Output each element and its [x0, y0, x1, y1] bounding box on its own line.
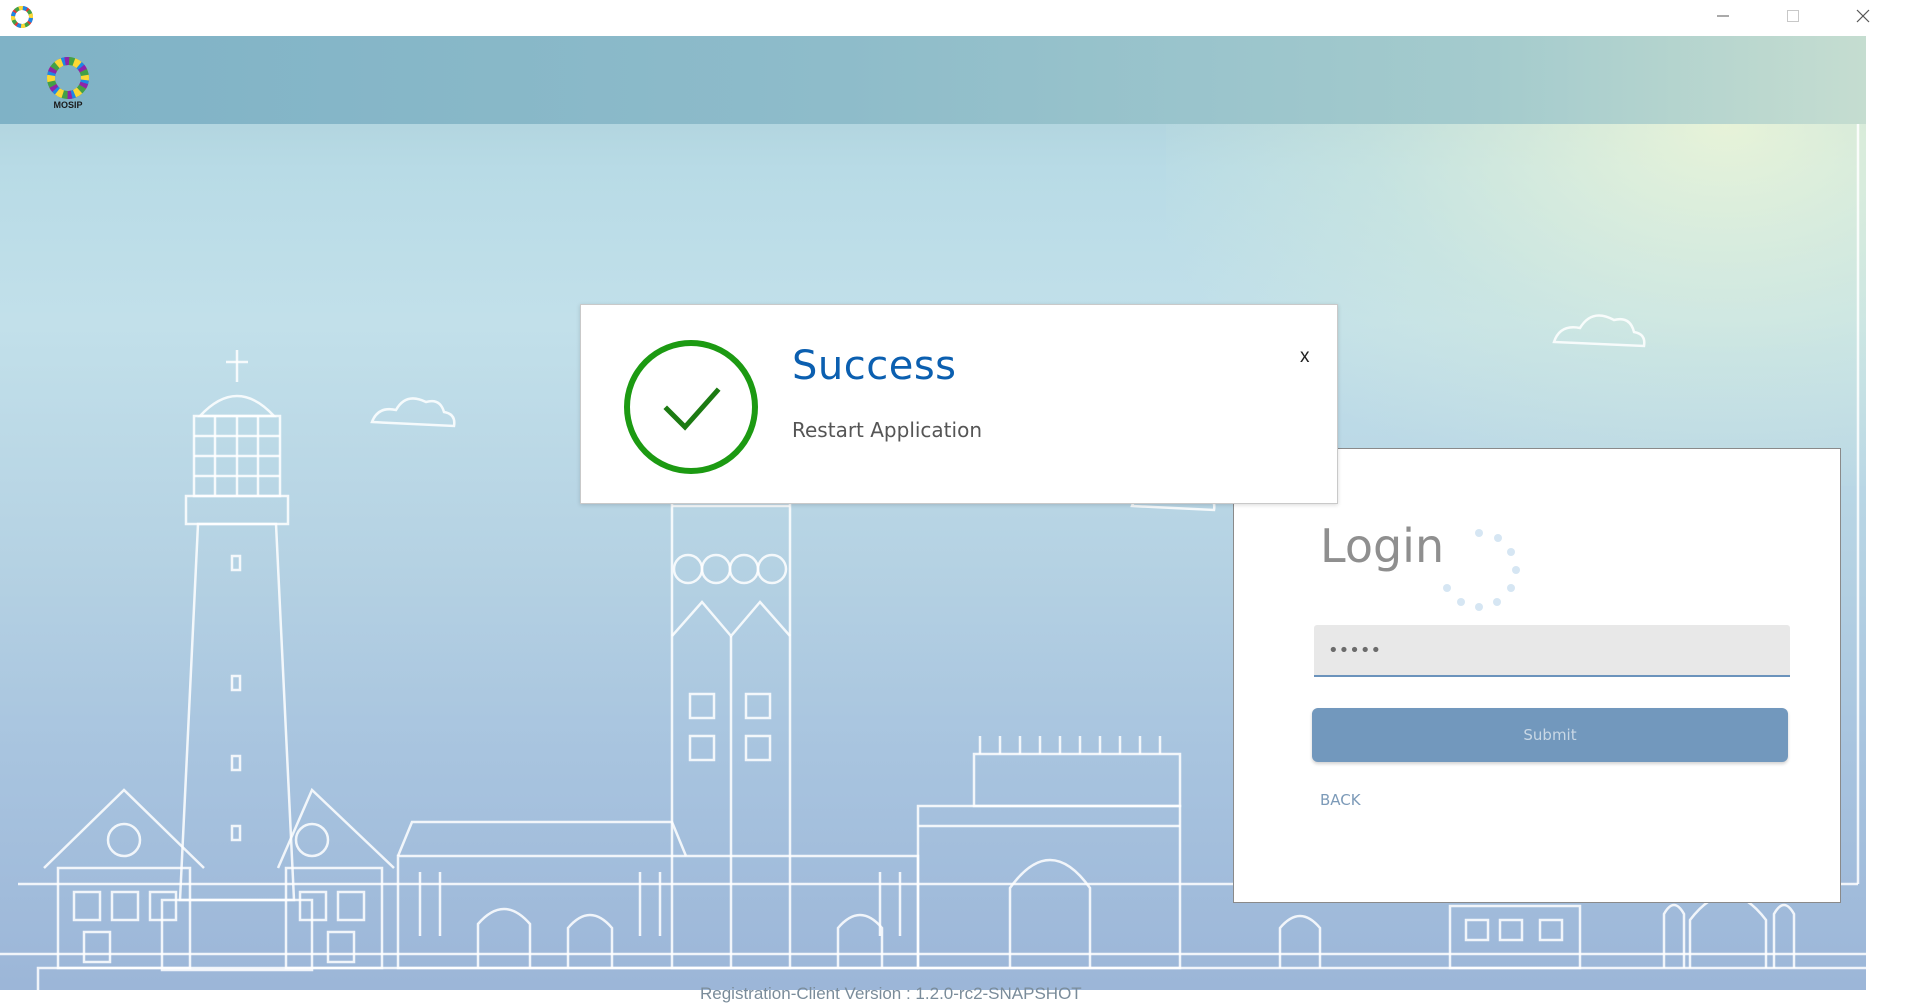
app-background: MOSIP Login ••••• Submit BACK Success Re…	[0, 36, 1866, 990]
dialog-title: Success	[792, 343, 957, 389]
back-link[interactable]: BACK	[1320, 791, 1361, 809]
loading-spinner-icon	[1434, 525, 1524, 615]
dialog-close-button[interactable]: x	[1300, 346, 1310, 368]
dialog-message: Restart Application	[792, 418, 982, 442]
window-close-button[interactable]	[1832, 0, 1894, 36]
mosip-logo-icon: MOSIP	[40, 54, 96, 110]
window-titlebar	[0, 0, 1906, 36]
submit-button-label: Submit	[1523, 726, 1577, 744]
header-banner: MOSIP	[0, 36, 1866, 124]
login-card: Login ••••• Submit BACK	[1233, 448, 1841, 903]
success-dialog: Success Restart Application x	[580, 304, 1338, 504]
password-input[interactable]: •••••	[1314, 625, 1790, 677]
window-right-margin	[1866, 36, 1906, 990]
maximize-icon	[1785, 8, 1801, 28]
login-title: Login	[1320, 519, 1445, 573]
checkmark-circle-icon	[623, 339, 759, 475]
minimize-icon	[1715, 8, 1731, 28]
logo-text: MOSIP	[53, 100, 82, 110]
app-logo-icon	[9, 4, 35, 30]
version-footer: Registration-Client Version : 1.2.0-rc2-…	[700, 984, 1082, 1003]
submit-button[interactable]: Submit	[1312, 708, 1788, 762]
minimize-button[interactable]	[1692, 0, 1754, 36]
close-icon	[1855, 8, 1871, 28]
maximize-button[interactable]	[1762, 0, 1824, 36]
